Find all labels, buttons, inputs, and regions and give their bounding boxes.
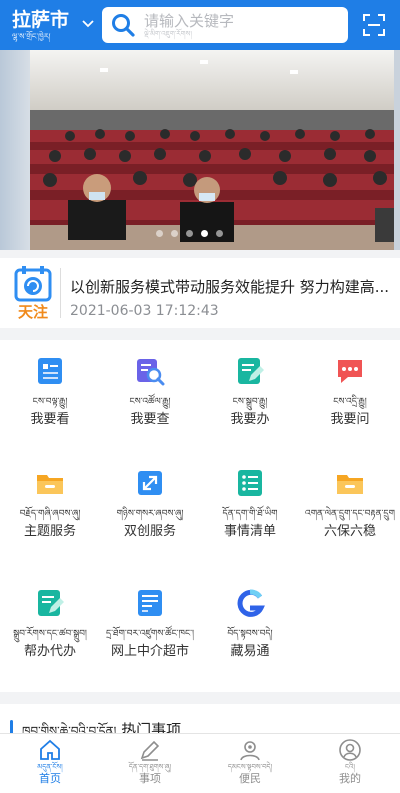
search-doc-icon — [137, 359, 165, 386]
service-label: 帮办代办 — [23, 644, 76, 659]
tab-label-tibetan: མདུན་ངོས། — [37, 763, 63, 771]
service-label-tibetan: བོད་སྟབས་བདེ། — [227, 629, 273, 639]
service-label: 网上中介超市 — [110, 644, 189, 659]
expand-icon — [138, 471, 162, 495]
app-screen: 拉萨市 ལྷ་ས་གྲོང་ཁྱེར། 请输入关键字 ལྡེ་མིག་འཇུག་… — [0, 0, 400, 793]
chat-icon — [338, 360, 362, 383]
service-label-tibetan: ངས་འདྲི་རྒྱུ། — [333, 397, 367, 407]
banner-photo — [30, 50, 400, 250]
people-icon — [240, 741, 260, 761]
service-item[interactable]: ངས་བལྟ་རྒྱུ། 我要看 — [0, 340, 100, 428]
service-label-tibetan: ངས་སྒྲུབ་རྒྱུ། — [232, 397, 268, 407]
tab-label-tibetan: ངའི། — [344, 763, 355, 771]
service-label-tibetan: བརྗོད་གཞི་ཞབས་ཞུ། — [19, 509, 81, 519]
service-item[interactable]: ངས་འཚོལ་རྒྱུ། 我要查 — [100, 340, 200, 428]
news-divider — [60, 268, 61, 318]
city-name: 拉萨市 — [12, 8, 70, 31]
service-item[interactable]: ངས་འདྲི་རྒྱུ། 我要问 — [300, 340, 400, 428]
bottom-tab-bar: མདུན་ངོས། 首页 དོན་དག་ཐུགས་ཞུ། 事项 དམངས་སྟབས་བད… — [0, 733, 400, 793]
app-logo-icon — [237, 589, 265, 617]
search-icon — [112, 14, 135, 37]
service-label-tibetan: ངས་འཚོལ་རྒྱུ། — [129, 397, 171, 407]
scan-icon[interactable] — [362, 13, 386, 37]
folder-icon — [37, 475, 63, 494]
service-item[interactable]: དྲ་ཐོག་བར་འཛུགས་ཚོང་ཁང་། 网上中介超市 — [100, 572, 200, 660]
news-time: 2021-06-03 17:12:43 — [70, 303, 219, 319]
service-label: 我要办 — [230, 412, 270, 427]
search-input[interactable]: 请输入关键字 ལྡེ་མིག་འཇུག་རོགས། — [102, 7, 348, 43]
service-label: 六保六稳 — [323, 524, 376, 539]
service-label: 我要问 — [330, 412, 370, 427]
service-label-tibetan: གཉིས་གསར་ཞབས་ཞུ། — [116, 509, 184, 519]
list-icon — [38, 358, 62, 384]
banner-dot[interactable] — [171, 230, 178, 237]
city-selector[interactable]: 拉萨市 ལྷ་ས་གྲོང་ཁྱེར། — [0, 9, 78, 42]
banner-dots — [156, 230, 223, 237]
service-item[interactable]: བརྗོད་གཞི་ཞབས་ཞུ། 主题服务 — [0, 452, 100, 540]
tab-home[interactable]: མདུན་ངོས། 首页 — [0, 734, 100, 793]
news-headline[interactable]: 天注 以创新服务模式带动服务效能提升 努力构建高... 2021-06-03 1… — [0, 258, 400, 328]
service-item[interactable]: འགན་ལེན་དྲུག་དང་བརྟན་དྲུག 六保六稳 — [300, 452, 400, 540]
city-name-tibetan: ལྷ་ས་གྲོང་ཁྱེར། — [12, 31, 51, 41]
service-label: 我要看 — [30, 412, 70, 427]
tab-label-tibetan: དམངས་སྟབས་བདེ། — [227, 763, 273, 771]
service-grid: ངས་བལྟ་རྒྱུ། 我要看 ངས་འཚོལ་རྒྱུ། 我要查 ངས་སྒྲུབ་… — [0, 340, 400, 692]
home-icon — [40, 739, 60, 760]
banner-dot[interactable] — [216, 230, 223, 237]
folder-icon — [337, 475, 363, 494]
follow-badge-label: 天注 — [18, 303, 48, 320]
service-label: 藏易通 — [230, 644, 270, 659]
banner-carousel[interactable] — [0, 50, 400, 250]
service-label-tibetan: སྒྲུབ་རོགས་དང་ཚབ་སྒྲུབ། — [13, 629, 87, 639]
service-label-tibetan: འགན་ལེན་དྲུག་དང་བརྟན་དྲུག — [305, 509, 395, 519]
chevron-down-icon[interactable] — [80, 16, 96, 32]
pen-icon — [140, 740, 160, 761]
search-placeholder-tibetan: ལྡེ་མིག་འཇུག་རོགས། — [144, 29, 192, 38]
news-title[interactable]: 以创新服务模式带动服务效能提升 努力构建高... — [70, 276, 392, 297]
top-header: 拉萨市 ལྷ་ས་གྲོང་ཁྱེར། 请输入关键字 ལྡེ་མིག་འཇུག་… — [0, 0, 400, 50]
service-label-tibetan: ངས་བལྟ་རྒྱུ། — [32, 397, 68, 407]
banner-dot[interactable] — [186, 230, 193, 237]
edit-doc-icon — [238, 358, 264, 384]
tab-label: 便民 — [239, 772, 261, 785]
banner-dot[interactable] — [201, 230, 208, 237]
service-label: 主题服务 — [23, 524, 76, 539]
tab-label: 首页 — [39, 772, 61, 785]
tab-convenience[interactable]: དམངས་སྟབས་བདེ། 便民 — [200, 734, 300, 793]
cart-list-icon — [138, 590, 162, 616]
service-label-tibetan: དོན་དག་གི་ཐོ་ཡིག — [222, 509, 278, 519]
tab-items[interactable]: དོན་དག་ཐུགས་ཞུ། 事项 — [100, 734, 200, 793]
service-item[interactable]: དོན་དག་གི་ཐོ་ཡིག 事情清单 — [200, 452, 300, 540]
service-item[interactable]: གཉིས་གསར་ཞབས་ཞུ། 双创服务 — [100, 452, 200, 540]
tab-label-tibetan: དོན་དག་ཐུགས་ཞུ། — [128, 763, 172, 771]
banner-prev-slide — [0, 50, 30, 250]
tab-mine[interactable]: ངའི། 我的 — [300, 734, 400, 793]
banner-dot[interactable] — [156, 230, 163, 237]
service-label: 我要查 — [130, 412, 170, 427]
user-icon — [339, 739, 361, 761]
service-item[interactable]: ངས་སྒྲུབ་རྒྱུ། 我要办 — [200, 340, 300, 428]
service-label-tibetan: དྲ་ཐོག་བར་འཛུགས་ཚོང་ཁང་། — [105, 629, 195, 639]
tab-label: 事项 — [139, 772, 161, 785]
service-label: 双创服务 — [123, 524, 176, 539]
service-item[interactable]: སྒྲུབ་རོགས་དང་ཚབ་སྒྲུབ། 帮办代办 — [0, 572, 100, 660]
edit-doc-icon — [38, 590, 64, 616]
service-item[interactable]: བོད་སྟབས་བདེ། 藏易通 — [200, 572, 300, 660]
tab-label: 我的 — [339, 772, 361, 785]
search-placeholder: 请输入关键字 — [144, 11, 235, 30]
follow-badge-icon: 天注 — [14, 266, 52, 320]
checklist-icon — [238, 470, 262, 496]
banner-next-slide — [394, 50, 400, 250]
service-label: 事情清单 — [223, 524, 276, 539]
